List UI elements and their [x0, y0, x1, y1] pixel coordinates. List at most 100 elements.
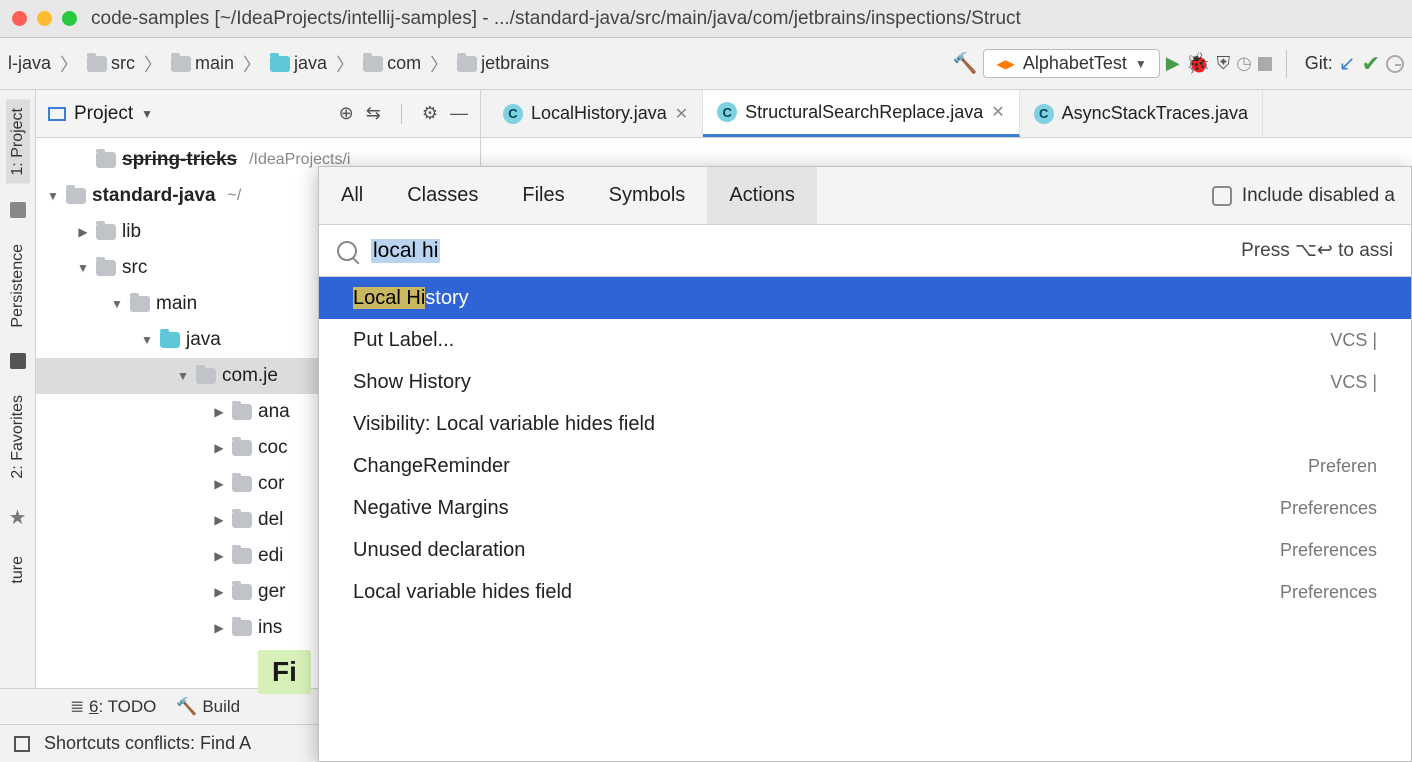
titlebar: code-samples [~/IdeaProjects/intellij-sa…: [0, 0, 1412, 38]
vcs-update-icon[interactable]: ↙: [1339, 51, 1356, 76]
search-tab-files[interactable]: Files: [500, 167, 586, 224]
navigation-toolbar: l-java〉 src〉 main〉 java〉 com〉 jetbrains …: [0, 38, 1412, 90]
close-icon[interactable]: [12, 11, 27, 26]
coverage-icon[interactable]: ⛨: [1217, 53, 1231, 74]
run-config-combo[interactable]: ◀▶ AlphabetTest ▼: [983, 49, 1159, 78]
include-disabled-checkbox[interactable]: Include disabled a: [1212, 167, 1411, 224]
expander-icon[interactable]: ▼: [140, 333, 154, 347]
expand-all-icon[interactable]: ⇆: [366, 103, 381, 124]
project-view-combo[interactable]: Project ▼: [48, 103, 327, 125]
search-result-row[interactable]: Unused declarationPreferences: [319, 529, 1411, 571]
expander-icon[interactable]: ▶: [212, 513, 226, 527]
tree-item-label: coc: [258, 437, 288, 459]
expander-icon[interactable]: ▶: [76, 225, 90, 239]
breadcrumb-item[interactable]: com: [363, 53, 421, 74]
toolwindow-tab-todo[interactable]: ≣ 6: TODO: [70, 697, 156, 717]
vcs-history-icon[interactable]: [1386, 55, 1404, 73]
folder-icon: [130, 296, 150, 312]
search-tab-classes[interactable]: Classes: [385, 167, 500, 224]
expander-icon[interactable]: ▶: [212, 405, 226, 419]
close-icon[interactable]: ✕: [675, 104, 688, 124]
result-label: ChangeReminder: [353, 455, 510, 478]
close-icon[interactable]: ✕: [991, 102, 1004, 122]
toolwindow-icon[interactable]: [10, 202, 26, 218]
vcs-commit-icon[interactable]: ✔: [1362, 51, 1380, 77]
result-context: Preferences: [1280, 498, 1377, 519]
result-context: VCS |: [1330, 330, 1377, 351]
search-input[interactable]: local hi: [371, 239, 440, 263]
run-icon[interactable]: ▶: [1166, 53, 1180, 74]
locate-icon[interactable]: ⊕: [339, 103, 354, 124]
search-tab-all[interactable]: All: [319, 167, 385, 224]
search-result-row[interactable]: Put Label... VCS |: [319, 319, 1411, 361]
expander-icon[interactable]: ▼: [176, 369, 190, 383]
expander-icon[interactable]: ▼: [110, 297, 124, 311]
tree-item-label: cor: [258, 473, 284, 495]
search-tab-symbols[interactable]: Symbols: [587, 167, 708, 224]
search-input-row: local hi Press ⌥↩ to assi: [319, 225, 1411, 277]
toolwindow-tab-favorites[interactable]: 2: Favorites: [6, 387, 30, 487]
tree-item-label: com.je: [222, 365, 278, 387]
hide-icon[interactable]: —: [450, 103, 468, 124]
editor-tab[interactable]: CAsyncStackTraces.java: [1020, 90, 1263, 137]
star-icon[interactable]: ★: [9, 505, 27, 530]
folder-icon: [96, 152, 116, 168]
chevron-right-icon: 〉: [336, 51, 354, 77]
status-message: Shortcuts conflicts: Find A: [44, 733, 251, 754]
search-tab-actions[interactable]: Actions: [707, 167, 817, 224]
expander-icon[interactable]: ▶: [212, 549, 226, 563]
result-label: Put Label...: [353, 329, 454, 352]
debug-icon[interactable]: 🐞: [1186, 51, 1211, 76]
build-icon[interactable]: 🔨: [952, 51, 977, 76]
tree-item-label: ins: [258, 617, 282, 639]
result-label: Visibility: Local variable hides field: [353, 413, 655, 436]
profile-icon[interactable]: ◷: [1236, 53, 1252, 74]
breadcrumb-item[interactable]: jetbrains: [457, 53, 549, 74]
editor-tab[interactable]: CStructuralSearchReplace.java✕: [703, 90, 1020, 137]
separator: [1286, 50, 1287, 78]
tree-item-path: ~/: [228, 187, 242, 205]
editor-tab[interactable]: C LocalHistory.java ✕: [489, 90, 703, 137]
folder-icon: [232, 620, 252, 636]
search-everywhere-popup: AllClassesFilesSymbolsActions Include di…: [318, 166, 1412, 762]
java-class-icon: C: [1034, 104, 1054, 124]
search-result-row[interactable]: Local variable hides fieldPreferences: [319, 571, 1411, 613]
search-result-row[interactable]: Show HistoryVCS |: [319, 361, 1411, 403]
result-label: Show History: [353, 371, 471, 394]
expander-icon[interactable]: ▶: [212, 585, 226, 599]
java-class-icon: C: [503, 104, 523, 124]
toolwindow-tab-persistence[interactable]: Persistence: [6, 236, 30, 336]
settings-gear-icon[interactable]: ⚙: [422, 103, 438, 124]
stop-icon[interactable]: [1258, 57, 1272, 71]
expander-icon[interactable]: ▶: [212, 477, 226, 491]
expander-icon[interactable]: ▶: [212, 621, 226, 635]
expander-icon[interactable]: ▼: [76, 261, 90, 275]
chevron-down-icon: ▼: [141, 107, 153, 121]
breadcrumb-item[interactable]: l-java: [8, 53, 51, 74]
zoom-icon[interactable]: [62, 11, 77, 26]
expander-icon[interactable]: ▼: [46, 189, 60, 203]
breadcrumb-item[interactable]: src: [87, 53, 135, 74]
breadcrumb-item[interactable]: main: [171, 53, 234, 74]
search-result-row[interactable]: Visibility: Local variable hides field: [319, 403, 1411, 445]
tree-item-label: lib: [122, 221, 141, 243]
expander-icon[interactable]: ▶: [212, 441, 226, 455]
search-result-row[interactable]: Negative MarginsPreferences: [319, 487, 1411, 529]
breadcrumb-item[interactable]: java: [270, 53, 327, 74]
toolwindow-icon[interactable]: [10, 353, 26, 369]
search-result-row[interactable]: Local History: [319, 277, 1411, 319]
tab-label: LocalHistory.java: [531, 103, 667, 124]
minimize-icon[interactable]: [37, 11, 52, 26]
toolwindow-tab-build[interactable]: 🔨 Build: [176, 697, 240, 717]
tree-item-label: standard-java: [92, 185, 216, 207]
chevron-down-icon: ▼: [1135, 57, 1147, 71]
statusbar-toolwindows-icon[interactable]: [14, 736, 30, 752]
result-label: Local variable hides field: [353, 581, 572, 604]
search-result-row[interactable]: ChangeReminderPreferen: [319, 445, 1411, 487]
git-label: Git:: [1305, 53, 1333, 74]
presentation-hint: Fi: [258, 650, 311, 694]
toolwindow-tab-project[interactable]: 1: Project: [6, 100, 30, 184]
tree-item-label: main: [156, 293, 197, 315]
folder-icon: [457, 56, 477, 72]
toolwindow-tab-structure[interactable]: ture: [6, 548, 30, 592]
